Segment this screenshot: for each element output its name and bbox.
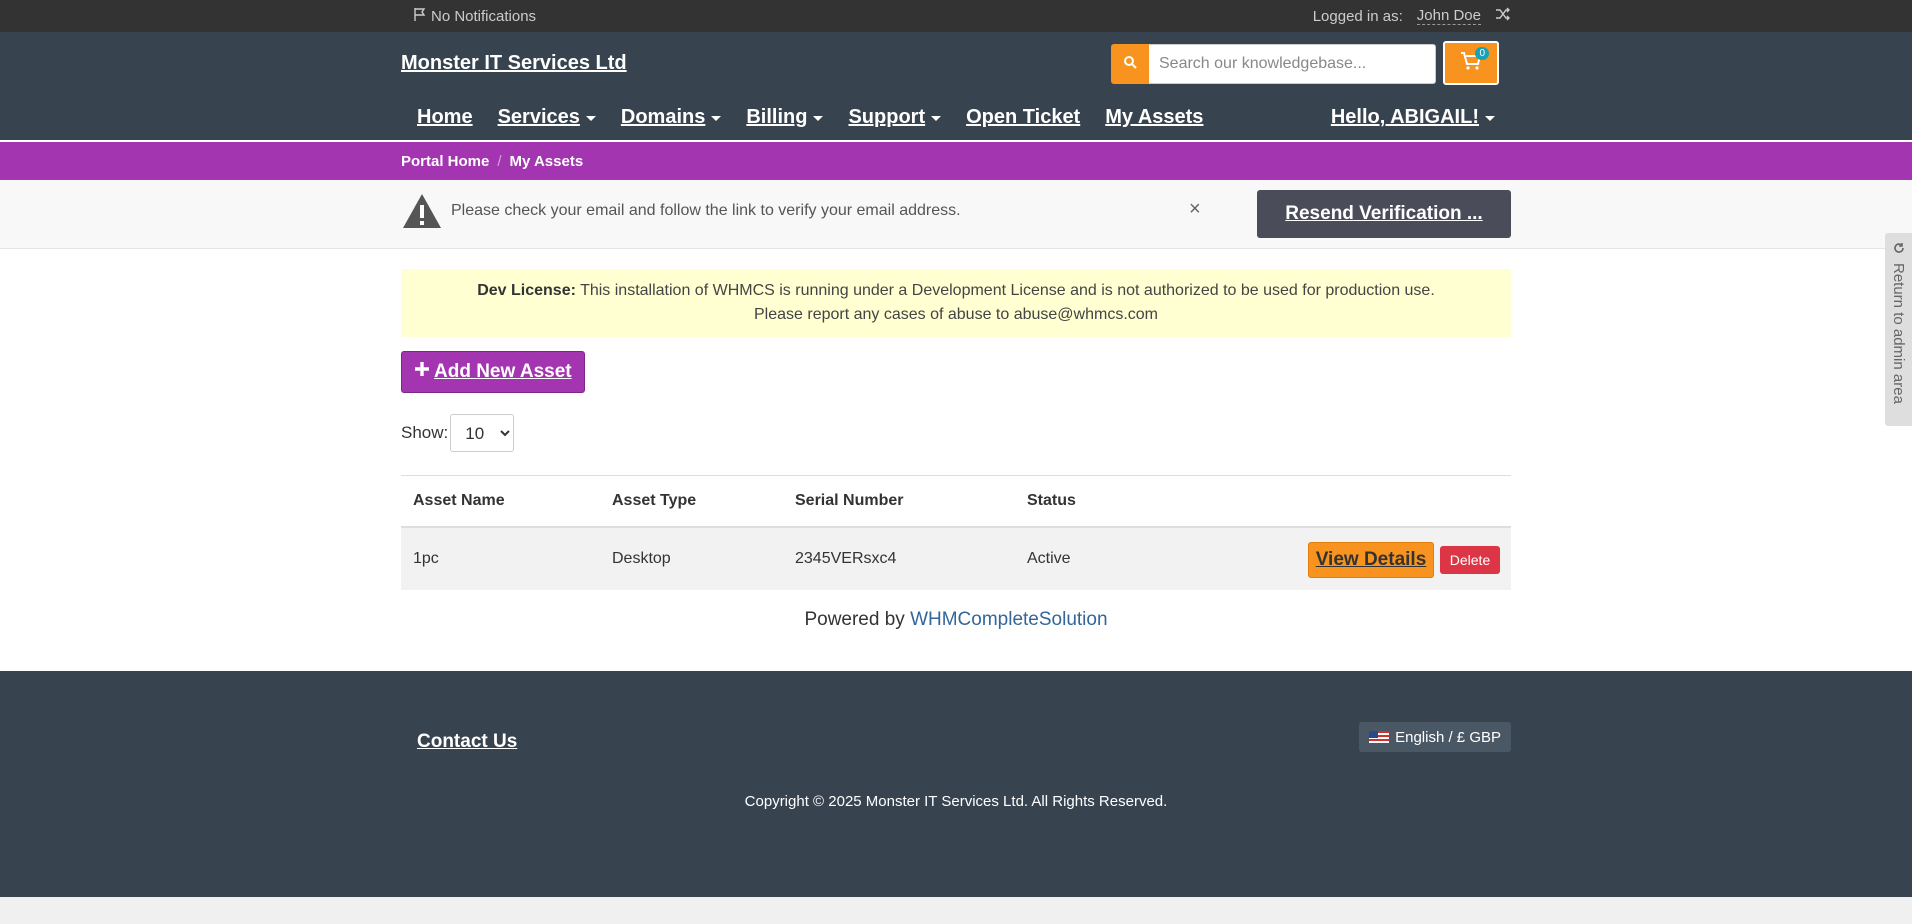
nav-support-label: Support	[848, 106, 926, 128]
search-icon	[1123, 55, 1137, 74]
search-input[interactable]	[1149, 44, 1436, 84]
whmcs-link[interactable]: WHMCompleteSolution	[910, 609, 1107, 630]
nav-open-ticket[interactable]: Open Ticket	[966, 106, 1080, 129]
flag-icon	[413, 7, 427, 25]
cart-button[interactable]: 0	[1443, 41, 1499, 85]
user-name-link[interactable]: John Doe	[1416, 7, 1481, 25]
language-currency-button[interactable]: English / £ GBP	[1359, 722, 1511, 752]
powered-by-prefix: Powered by	[804, 609, 905, 630]
nav-my-assets[interactable]: My Assets	[1105, 106, 1203, 129]
caret-down-icon	[813, 116, 824, 121]
breadcrumb-current: My Assets	[509, 152, 584, 170]
return-to-admin-label: Return to admin area	[1890, 263, 1907, 404]
column-header-status[interactable]: Status	[1027, 492, 1227, 510]
caret-down-icon	[1485, 116, 1495, 121]
breadcrumb-separator: /	[497, 152, 502, 170]
knowledgebase-search	[1111, 44, 1436, 84]
breadcrumb-home[interactable]: Portal Home	[401, 153, 489, 170]
caret-down-icon	[711, 116, 722, 121]
caret-down-icon	[585, 116, 596, 121]
add-new-asset-button[interactable]: Add New Asset	[401, 351, 585, 393]
nav-billing-label: Billing	[746, 106, 808, 128]
us-flag-icon	[1369, 731, 1390, 743]
add-new-asset-label: Add New Asset	[434, 361, 572, 382]
column-header-asset-type[interactable]: Asset Type	[612, 492, 795, 510]
nav-domains-label: Domains	[620, 106, 706, 128]
cell-asset-type: Desktop	[612, 550, 671, 567]
nav-home-label: Home	[417, 106, 473, 128]
column-header-asset-name[interactable]: Asset Name	[401, 492, 612, 510]
logged-in-label: Logged in as:	[1312, 7, 1403, 25]
account-menu[interactable]: Hello, ABIGAIL!	[1331, 106, 1495, 129]
site-footer: Contact Us English / £ GBP Copyright © 2…	[0, 671, 1912, 897]
nav-home[interactable]: Home	[417, 106, 473, 129]
email-verification-banner: Please check your email and follow the l…	[0, 180, 1912, 249]
main-nav: Home Services Domains Billing Support Op…	[417, 106, 1203, 129]
notifications-label: No Notifications	[431, 7, 537, 25]
close-icon[interactable]: ×	[1189, 198, 1201, 221]
cell-serial-number: 2345VERsxc4	[795, 550, 897, 567]
column-header-serial-number[interactable]: Serial Number	[795, 492, 1027, 510]
refresh-icon	[1893, 241, 1905, 259]
main-content: Dev License: This installation of WHMCS …	[0, 249, 1912, 671]
search-button[interactable]	[1111, 44, 1149, 84]
dev-license-label: Dev License:	[477, 282, 576, 299]
dev-license-notice: Dev License: This installation of WHMCS …	[401, 269, 1511, 337]
caret-down-icon	[931, 116, 942, 121]
page-length-select[interactable]: 10	[450, 414, 515, 452]
warning-icon	[401, 192, 443, 235]
nav-my-assets-label: My Assets	[1105, 106, 1204, 128]
cell-asset-name: 1pc	[413, 550, 439, 567]
cart-count-badge: 0	[1475, 47, 1489, 60]
table-header: Asset Name Asset Type Serial Number Stat…	[401, 476, 1511, 528]
copyright: Copyright © 2025 Monster IT Services Ltd…	[744, 793, 1168, 810]
show-label: Show:	[401, 423, 449, 442]
breadcrumb: Portal Home / My Assets	[0, 140, 1912, 180]
top-bar: No Notifications Logged in as: John Doe	[0, 0, 1912, 32]
brand-logo-link[interactable]: Monster IT Services Ltd	[401, 52, 627, 75]
table-row: 1pc Desktop 2345VERsxc4 Active View Deta…	[401, 528, 1511, 590]
page-length-control: Show: 10	[401, 414, 515, 452]
language-currency-label: English / £ GBP	[1395, 728, 1501, 746]
contact-us-link[interactable]: Contact Us	[417, 731, 517, 753]
nav-open-ticket-label: Open Ticket	[966, 106, 1081, 128]
nav-billing[interactable]: Billing	[746, 106, 824, 129]
delete-button[interactable]: Delete	[1440, 546, 1500, 574]
notifications-link[interactable]: No Notifications	[413, 7, 536, 25]
assets-table: Asset Name Asset Type Serial Number Stat…	[401, 475, 1511, 590]
shuffle-icon[interactable]	[1495, 7, 1511, 25]
site-header: Monster IT Services Ltd 0 Home Services …	[0, 32, 1912, 140]
nav-services-label: Services	[497, 106, 580, 128]
return-to-admin-tab[interactable]: Return to admin area	[1885, 233, 1912, 426]
view-details-button[interactable]: View Details	[1308, 542, 1434, 578]
resend-verification-button[interactable]: Resend Verification ...	[1257, 190, 1511, 238]
account-menu-label: Hello, ABIGAIL!	[1330, 106, 1479, 128]
nav-support[interactable]: Support	[848, 106, 942, 129]
verification-message: Please check your email and follow the l…	[451, 202, 961, 219]
plus-icon	[414, 361, 430, 383]
dev-license-text: This installation of WHMCS is running un…	[580, 282, 1435, 299]
nav-domains[interactable]: Domains	[620, 106, 722, 129]
dev-license-line2: Please report any cases of abuse to abus…	[754, 306, 1158, 323]
cell-status: Active	[1027, 550, 1071, 567]
nav-services[interactable]: Services	[498, 106, 596, 129]
powered-by: Powered by WHMCompleteSolution	[401, 609, 1511, 631]
